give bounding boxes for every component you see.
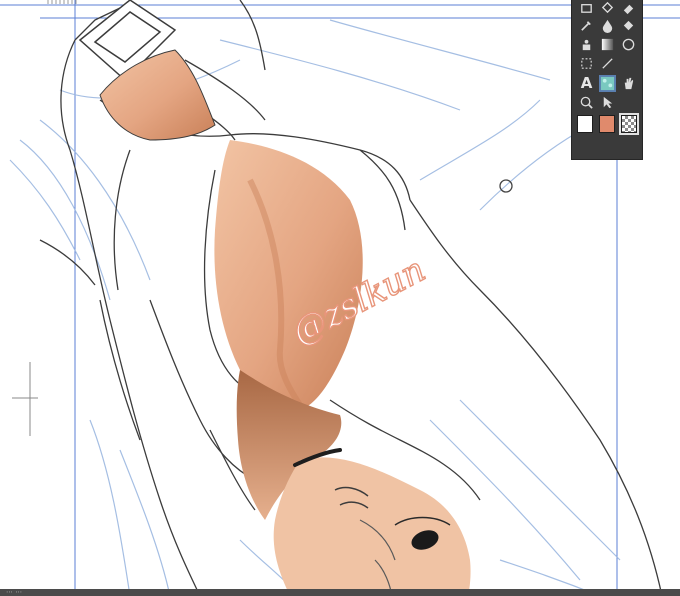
hand-icon[interactable] <box>620 75 637 92</box>
zoom-icon[interactable] <box>578 94 595 111</box>
line-icon[interactable] <box>599 55 616 72</box>
crop-mark <box>12 362 38 436</box>
transparent-color-swatch[interactable] <box>619 113 639 135</box>
face-skin <box>273 457 471 596</box>
tool-palette: A <box>571 0 643 160</box>
text-icon[interactable]: A <box>578 75 595 92</box>
selection-dots-icon[interactable] <box>578 55 595 72</box>
sub-color-swatch[interactable] <box>599 115 615 133</box>
airbrush-icon[interactable] <box>578 36 595 53</box>
gradient-icon[interactable] <box>599 36 616 53</box>
ruler-ticks <box>47 0 77 4</box>
layer-move-icon[interactable] <box>578 0 595 16</box>
torso-skin <box>214 140 363 410</box>
status-text: ⋯ ⋯ <box>6 588 23 596</box>
pattern-brush-icon[interactable] <box>599 75 616 92</box>
object-select-icon[interactable] <box>599 94 616 111</box>
status-bar: ⋯ ⋯ <box>0 588 680 596</box>
ellipse-icon[interactable] <box>620 36 637 53</box>
ink-drop-icon[interactable] <box>599 17 616 34</box>
lasso-icon[interactable] <box>599 0 616 16</box>
eyedropper-icon[interactable] <box>578 17 595 34</box>
eraser-icon[interactable] <box>620 0 637 16</box>
main-color-swatch[interactable] <box>577 115 593 133</box>
fill-bucket-icon[interactable] <box>620 17 637 34</box>
